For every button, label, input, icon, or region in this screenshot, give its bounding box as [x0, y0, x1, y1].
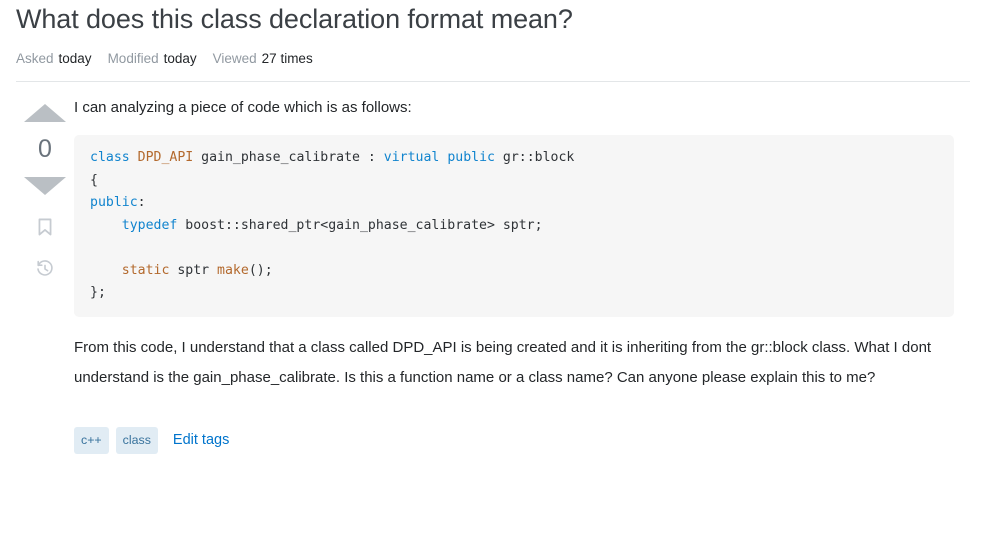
stat-modified: Modified today [108, 50, 197, 67]
question-page: What does this class declaration format … [0, 0, 986, 553]
code-block: class DPD_API gain_phase_calibrate : vir… [74, 135, 954, 317]
stat-viewed: Viewed 27 times [213, 50, 313, 67]
stat-asked: Asked today [16, 50, 92, 67]
stat-asked-label: Asked [16, 51, 54, 66]
bookmark-icon[interactable] [35, 217, 55, 237]
downvote-button[interactable] [24, 177, 66, 195]
post-body: I can analyzing a piece of code which is… [74, 98, 970, 454]
question-stats: Asked today Modified today Viewed 27 tim… [16, 50, 970, 67]
stat-viewed-label: Viewed [212, 51, 257, 66]
stat-modified-value: today [163, 51, 197, 66]
stat-asked-value: today [58, 51, 92, 66]
upvote-button[interactable] [24, 104, 66, 122]
code-content: class DPD_API gain_phase_calibrate : vir… [90, 150, 575, 300]
edit-tags-link[interactable]: Edit tags [173, 432, 229, 448]
vote-score: 0 [38, 135, 52, 163]
question-post: 0 I can analyzing a piece of code which … [16, 98, 970, 454]
stat-viewed-value: 27 times [261, 51, 313, 66]
tag-class[interactable]: class [115, 426, 158, 454]
vote-cell: 0 [16, 98, 74, 279]
stat-modified-label: Modified [107, 51, 159, 66]
tag-cpp[interactable]: c++ [74, 426, 109, 454]
post-paragraph-explanation: From this code, I understand that a clas… [74, 338, 932, 386]
post-paragraph-intro: I can analyzing a piece of code which is… [74, 99, 412, 116]
page-title: What does this class declaration format … [16, 4, 573, 34]
question-header: What does this class declaration format … [16, 0, 970, 82]
header-divider [16, 81, 970, 82]
history-icon[interactable] [35, 259, 55, 279]
tag-row: c++ class Edit tags [74, 426, 954, 454]
